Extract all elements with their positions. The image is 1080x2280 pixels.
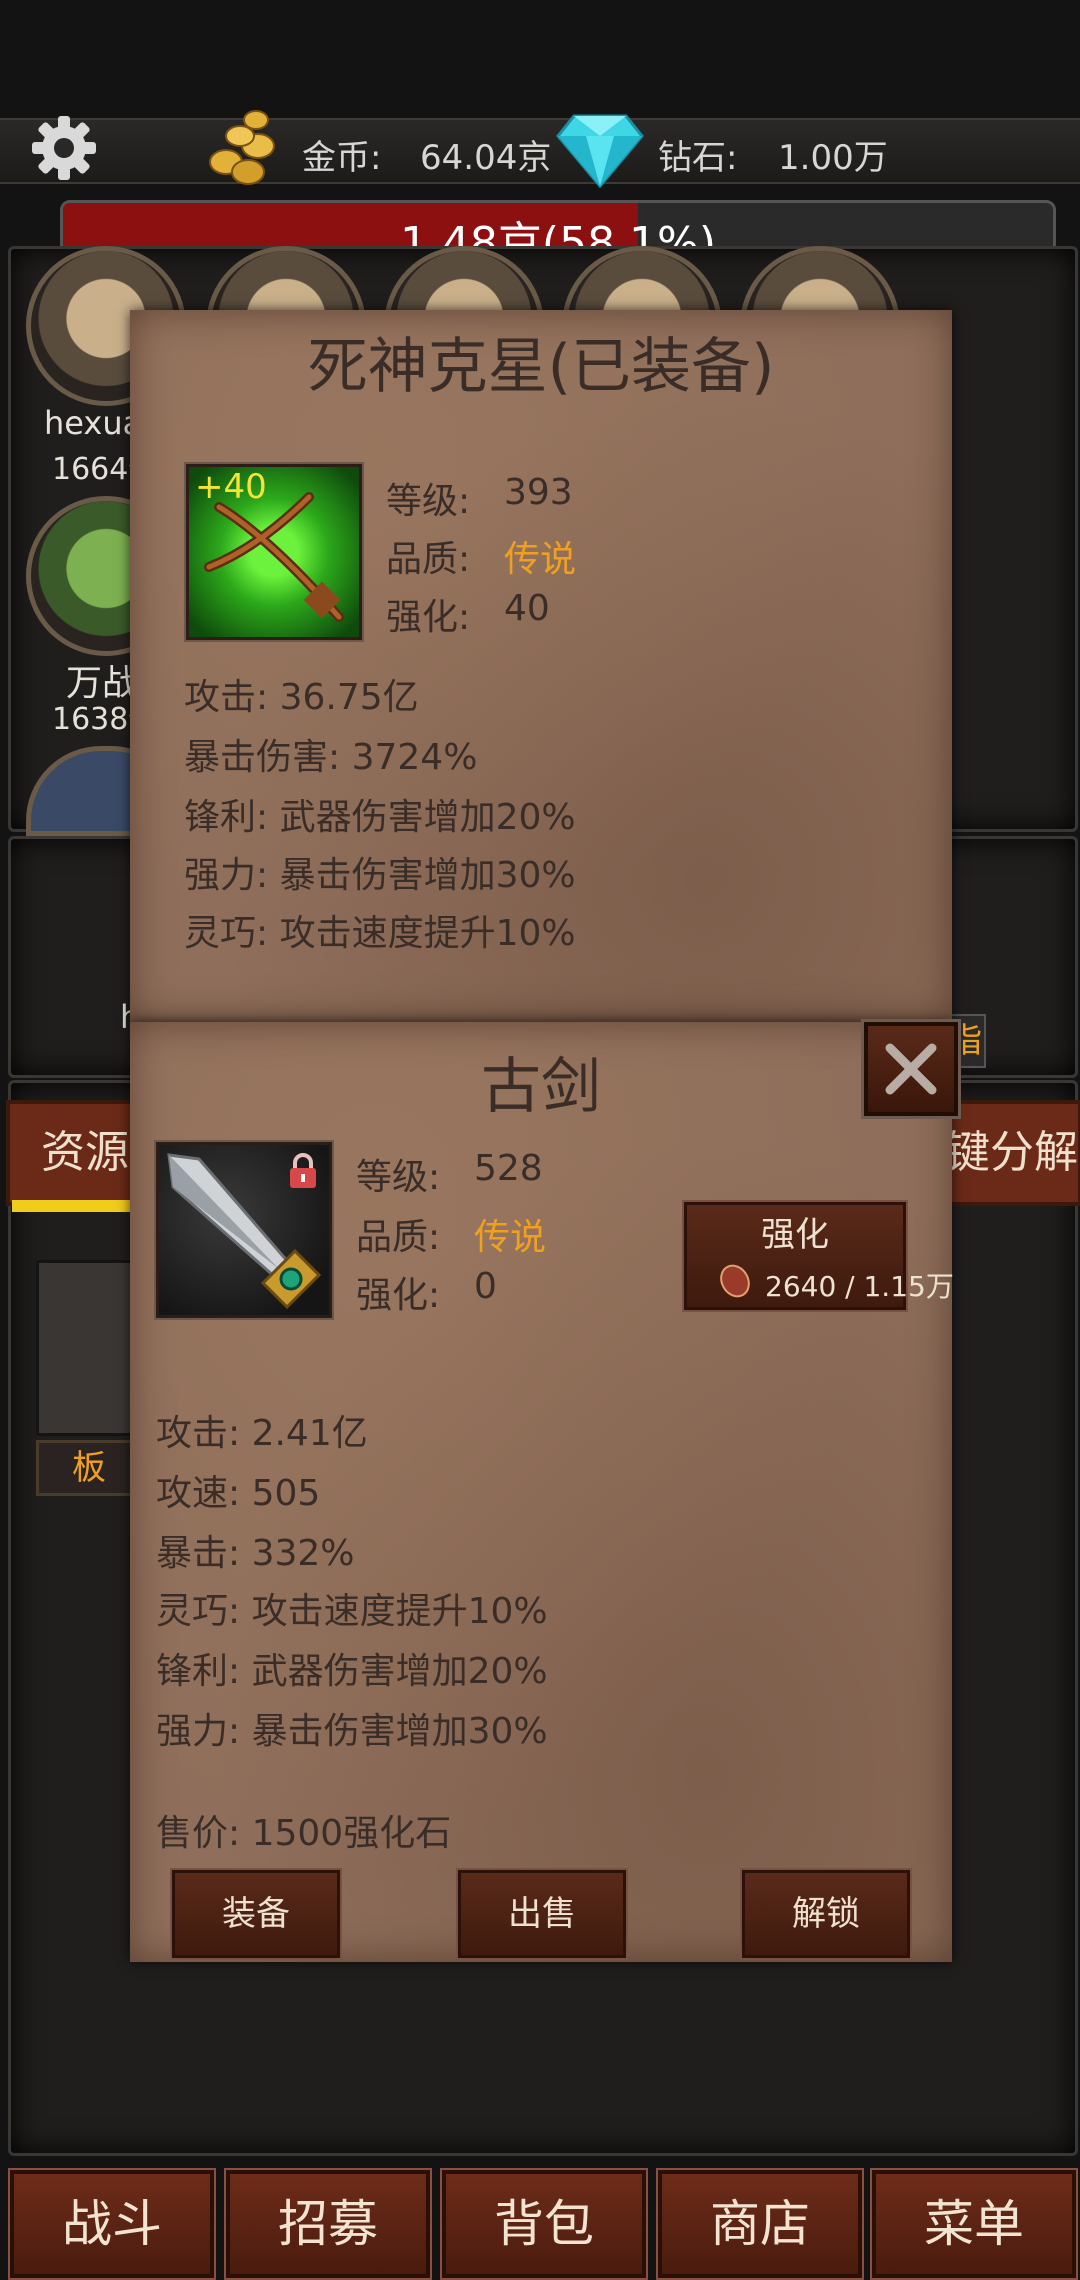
nav-backpack[interactable]: 背包 bbox=[442, 2170, 646, 2278]
close-button[interactable] bbox=[864, 1022, 958, 1116]
equipped-item-popup: 死神克星(已装备) +40 等级: 393 品质: 传说 强化: 40 攻击: … bbox=[130, 310, 952, 1022]
weapon-icon: +40 bbox=[186, 464, 362, 640]
sell-price: 售价: 1500强化石 bbox=[156, 1813, 452, 1854]
stat-line: 灵巧: 攻击速度提升10% bbox=[156, 1591, 548, 1632]
enhance-button-label: 强化 bbox=[761, 1215, 829, 1255]
item-detail-popup: 古剑 等级: 528 品质: 传说 强化: 0 强化 2640 / 1.15万 … bbox=[130, 1022, 954, 1962]
gear-icon[interactable] bbox=[28, 112, 100, 184]
stat-line: 锋利: 武器伤害增加20% bbox=[156, 1651, 548, 1692]
gold-value: 64.04京 bbox=[420, 138, 552, 178]
enhance-badge: +40 bbox=[195, 467, 267, 507]
armor-item-label-text: 板 bbox=[72, 1448, 106, 1488]
popup-title: 死神克星(已装备) bbox=[307, 332, 775, 402]
diamond-icon bbox=[556, 112, 644, 189]
stat-line: 灵巧: 攻击速度提升10% bbox=[184, 913, 576, 954]
equip-button[interactable]: 装备 bbox=[172, 1870, 340, 1958]
level-label: 等级: bbox=[356, 1157, 441, 1198]
nav-recruit[interactable]: 招募 bbox=[226, 2170, 430, 2278]
enhance-stone-icon bbox=[717, 1263, 753, 1299]
popup-title: 古剑 bbox=[481, 1052, 601, 1122]
quality-value: 传说 bbox=[474, 1217, 547, 1258]
quality-label: 品质: bbox=[386, 539, 471, 580]
stat-line: 攻击: 2.41亿 bbox=[156, 1413, 368, 1454]
armor-item-label: 板 bbox=[36, 1440, 142, 1496]
stat-line: 锋利: 武器伤害增加20% bbox=[184, 797, 576, 838]
nav-battle[interactable]: 战斗 bbox=[10, 2170, 214, 2278]
quality-value: 传说 bbox=[504, 539, 577, 580]
nav-menu[interactable]: 菜单 bbox=[872, 2170, 1076, 2278]
level-value: 393 bbox=[504, 472, 573, 513]
enhance-value: 0 bbox=[474, 1266, 497, 1307]
tab-active-underline bbox=[12, 1200, 132, 1212]
gold-label: 金币: bbox=[302, 138, 382, 178]
stat-line: 强力: 暴击伤害增加30% bbox=[184, 855, 576, 896]
nav-recruit-label: 招募 bbox=[278, 2195, 378, 2253]
close-icon bbox=[885, 1043, 937, 1095]
diamond-value: 1.00万 bbox=[778, 138, 888, 178]
sell-button[interactable]: 出售 bbox=[458, 1870, 626, 1958]
hero-name: hexua bbox=[44, 404, 143, 442]
unlock-button[interactable]: 解锁 bbox=[742, 1870, 910, 1958]
sword-icon bbox=[156, 1142, 332, 1318]
gold-coins-icon bbox=[196, 102, 288, 194]
nav-shop[interactable]: 商店 bbox=[658, 2170, 862, 2278]
currency-bar: 金币: 64.04京 钻石: 1.00万 bbox=[0, 110, 1080, 189]
stat-line: 暴击: 332% bbox=[156, 1533, 355, 1574]
quality-label: 品质: bbox=[356, 1217, 441, 1258]
diamond-label: 钻石: bbox=[658, 138, 738, 178]
level-label: 等级: bbox=[386, 481, 471, 522]
armor-item-slot[interactable] bbox=[36, 1260, 142, 1436]
nav-shop-label: 商店 bbox=[710, 2195, 810, 2253]
lock-icon bbox=[287, 1153, 319, 1189]
tab-decompose-label: 键分解 bbox=[946, 1127, 1078, 1178]
nav-menu-label: 菜单 bbox=[924, 2195, 1024, 2253]
stat-line: 暴击伤害: 3724% bbox=[184, 737, 478, 778]
stat-line: 攻速: 505 bbox=[156, 1473, 321, 1514]
nav-backpack-label: 背包 bbox=[494, 2195, 594, 2253]
enhance-value: 40 bbox=[504, 588, 550, 629]
tab-resource-label: 资源 bbox=[41, 1127, 129, 1178]
enhance-label: 强化: bbox=[356, 1275, 441, 1316]
stat-line: 强力: 暴击伤害增加30% bbox=[156, 1711, 548, 1752]
stat-line: 攻击: 36.75亿 bbox=[184, 677, 419, 718]
enhance-button[interactable]: 强化 2640 / 1.15万 bbox=[684, 1202, 954, 1310]
enhance-cost: 2640 / 1.15万 bbox=[765, 1270, 954, 1303]
level-value: 528 bbox=[474, 1148, 543, 1189]
enhance-label: 强化: bbox=[386, 597, 471, 638]
nav-battle-label: 战斗 bbox=[62, 2195, 162, 2253]
unlock-button-label: 解锁 bbox=[792, 1894, 860, 1934]
sell-button-label: 出售 bbox=[508, 1894, 576, 1934]
equip-button-label: 装备 bbox=[222, 1894, 290, 1934]
